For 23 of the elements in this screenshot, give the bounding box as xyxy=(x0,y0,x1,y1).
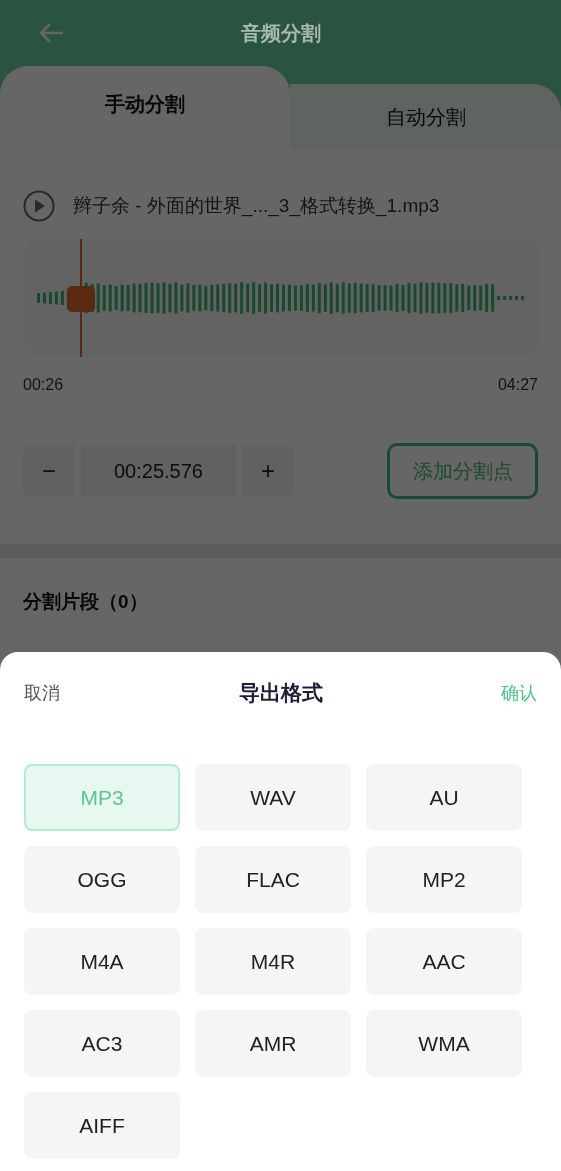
format-option[interactable]: AU xyxy=(366,764,522,831)
format-option[interactable]: M4A xyxy=(24,928,180,995)
format-option[interactable]: AMR xyxy=(195,1010,351,1077)
start-time: 00:26 xyxy=(23,375,64,395)
format-option[interactable]: M4R xyxy=(195,928,351,995)
play-icon[interactable] xyxy=(23,190,55,222)
sheet-title: 导出格式 xyxy=(238,680,323,707)
cancel-button[interactable]: 取消 xyxy=(24,679,69,707)
format-option[interactable]: WAV xyxy=(195,764,351,831)
format-option[interactable]: FLAC xyxy=(195,846,351,913)
end-time: 04:27 xyxy=(497,375,538,395)
format-option[interactable]: AAC xyxy=(366,928,522,995)
playhead-handle[interactable] xyxy=(67,239,95,357)
format-option[interactable]: AC3 xyxy=(24,1010,180,1077)
file-name: 辫子余 - 外面的世界_..._3_格式转换_1.mp3 xyxy=(73,193,440,219)
page-title: 音频分割 xyxy=(240,21,321,46)
tab[interactable]: 手动分割 xyxy=(0,66,290,150)
format-option[interactable]: MP2 xyxy=(366,846,522,913)
segments-title: 分割片段（0） xyxy=(22,590,149,614)
format-option[interactable]: OGG xyxy=(24,846,180,913)
back-arrow-icon[interactable] xyxy=(38,23,64,43)
format-option[interactable]: WMA xyxy=(366,1010,522,1077)
format-option[interactable]: AIFF xyxy=(24,1092,180,1159)
